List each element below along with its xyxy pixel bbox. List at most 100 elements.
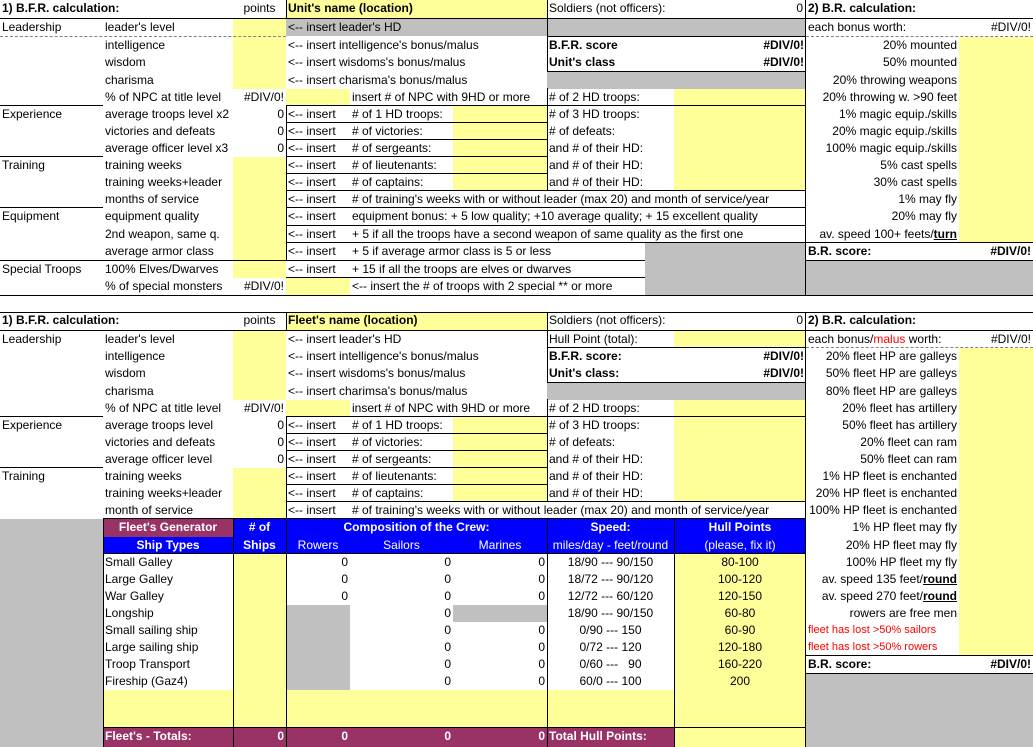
divider	[0, 416, 103, 417]
army-soldiers-label: Soldiers (not officers):	[549, 1, 666, 15]
fleet-captains-input[interactable]	[453, 485, 547, 502]
fleet-hull-point-input[interactable]	[674, 331, 806, 348]
ship-sailors: 0	[444, 589, 451, 603]
fleet-insert-arrow: <-- insert	[288, 503, 336, 517]
army-unit-name-field[interactable]: Unit's name (location)	[286, 0, 547, 19]
fleet-sergeants-input[interactable]	[453, 451, 547, 468]
fleet-npc-9hd-input[interactable]	[286, 400, 350, 417]
army-br-item: 5% cast spells	[880, 158, 957, 172]
fleet-defeats-input[interactable]	[674, 434, 806, 451]
divider	[286, 190, 806, 191]
fleet-points-header: points	[243, 313, 276, 327]
army-captains-input[interactable]	[453, 174, 547, 191]
ship-marines: 0	[538, 555, 545, 569]
divider	[286, 519, 287, 747]
army-row-charisma: charisma	[105, 73, 154, 87]
fleet-row-train-weeks-leader: training weeks+leader	[105, 486, 223, 500]
generator-blank-row	[103, 690, 674, 728]
fleet-speed-270-round: round	[923, 589, 957, 603]
fleet-speed-270: av. speed 270 feet/round	[806, 588, 959, 605]
fleet-their-hd-label: and # of their HD:	[549, 469, 644, 483]
divider	[103, 553, 806, 554]
fleet-br-item: 100% HP fleet my fly	[845, 555, 957, 569]
army-their-hd-input[interactable]	[674, 140, 806, 157]
divider	[286, 450, 547, 451]
divider	[286, 0, 287, 19]
generator-total-sailors: 0	[350, 728, 453, 747]
fleet-points-training[interactable]	[233, 468, 286, 519]
army-points-victories: 0	[277, 124, 284, 138]
divider	[286, 501, 806, 502]
fleet-hd1-input[interactable]	[453, 417, 547, 434]
fleet-row-charisma: charisma	[105, 384, 154, 398]
army-their-hd-label: and # of their HD:	[549, 175, 644, 189]
ship-sailors: 0	[444, 555, 451, 569]
fleet-row-train-weeks: training weeks	[105, 469, 182, 483]
army-hd1-input[interactable]	[453, 106, 547, 123]
army-row-npc-pct: % of NPC at title level	[105, 90, 222, 104]
ship-hull: 100-120	[717, 572, 763, 586]
army-br-inputs[interactable]	[959, 37, 1033, 243]
army-insert-npc-9hd: insert # of NPC with 9HD or more	[352, 90, 531, 104]
fleet-their-hd-input[interactable]	[674, 485, 806, 502]
fleet-lieutenants-input[interactable]	[453, 468, 547, 485]
divider	[286, 105, 806, 106]
fleet-insert-arrow: <-- insert	[288, 486, 336, 500]
generator-hull-header: Hull Points	[674, 519, 806, 537]
divider	[547, 71, 806, 72]
generator-title: Fleet's Generator	[103, 519, 233, 537]
divider	[286, 242, 1033, 243]
army-hd3-input[interactable]	[674, 106, 806, 123]
fleet-br-inputs[interactable]	[959, 348, 1033, 656]
army-insert-hd1: # of 1 HD troops:	[352, 107, 443, 121]
army-hd2-input[interactable]	[674, 89, 806, 106]
army-row-avg-armor: average armor class	[105, 244, 214, 258]
army-points-avg-officer: 0	[277, 141, 284, 155]
army-their-hd-input[interactable]	[674, 174, 806, 191]
fleet-points-leadership[interactable]	[233, 331, 286, 400]
army-lieutenants-input[interactable]	[453, 157, 547, 174]
army-row-victories: victories and defeats	[105, 124, 216, 138]
divider	[0, 330, 1033, 331]
army-soldiers-value: 0	[796, 1, 803, 15]
divider	[286, 106, 287, 261]
army-points-leadership[interactable]	[233, 19, 286, 89]
fleet-their-hd-input[interactable]	[674, 451, 806, 468]
army-their-hd-input[interactable]	[674, 157, 806, 174]
fleet-insert-arrow: <-- insert	[288, 435, 336, 449]
divider	[806, 260, 1033, 261]
ship-marines: 0	[538, 572, 545, 586]
fleet-victories-input[interactable]	[453, 434, 547, 451]
ship-speed: 0/72 --- 120	[579, 640, 642, 654]
army-insert-cha: <-- insert charisma's bonus/malus	[288, 73, 468, 87]
fleet-hull-point-label: Hull Point (total):	[549, 332, 638, 346]
army-special-input[interactable]	[286, 278, 350, 295]
fleet-hd2-input[interactable]	[674, 400, 806, 417]
army-npc-9hd-input[interactable]	[286, 89, 350, 106]
fleet-insert-sergeants: # of sergeants:	[352, 452, 432, 466]
fleet-hd3-input[interactable]	[674, 417, 806, 434]
fleet-name-field[interactable]: Fleet's name (location)	[286, 312, 547, 331]
generator-rowers-header: Rowers	[286, 537, 350, 554]
ship-marines-na	[453, 605, 547, 622]
army-unit-class-value: #DIV/0!	[763, 55, 804, 69]
fleet-insert-hd1: # of 1 HD troops:	[352, 418, 443, 432]
fleet-rowers-free: rowers are free men	[849, 606, 957, 620]
army-victories-input[interactable]	[453, 123, 547, 140]
generator-marines-header: Marines	[453, 537, 547, 554]
army-hd3-label: # of 3 HD troops:	[549, 107, 640, 121]
ship-name: Large sailing ship	[105, 640, 199, 654]
fleet-soldiers-value: 0	[796, 313, 803, 327]
generator-total-hull-value[interactable]	[674, 728, 806, 747]
ship-speed: 18/72 --- 90/120	[567, 572, 654, 586]
ship-sailors: 0	[444, 674, 451, 688]
army-defeats-input[interactable]	[674, 123, 806, 140]
generator-ship-types-header: Ship Types	[103, 537, 233, 554]
fleet-br-item: 1% HP fleet may fly	[852, 520, 957, 534]
ship-name: War Galley	[105, 589, 164, 603]
fleet-their-hd-input[interactable]	[674, 468, 806, 485]
divider	[547, 399, 548, 502]
army-insert-leader-hd: <-- insert leader's HD	[286, 19, 547, 36]
army-sergeants-input[interactable]	[453, 140, 547, 157]
divider	[0, 156, 103, 157]
